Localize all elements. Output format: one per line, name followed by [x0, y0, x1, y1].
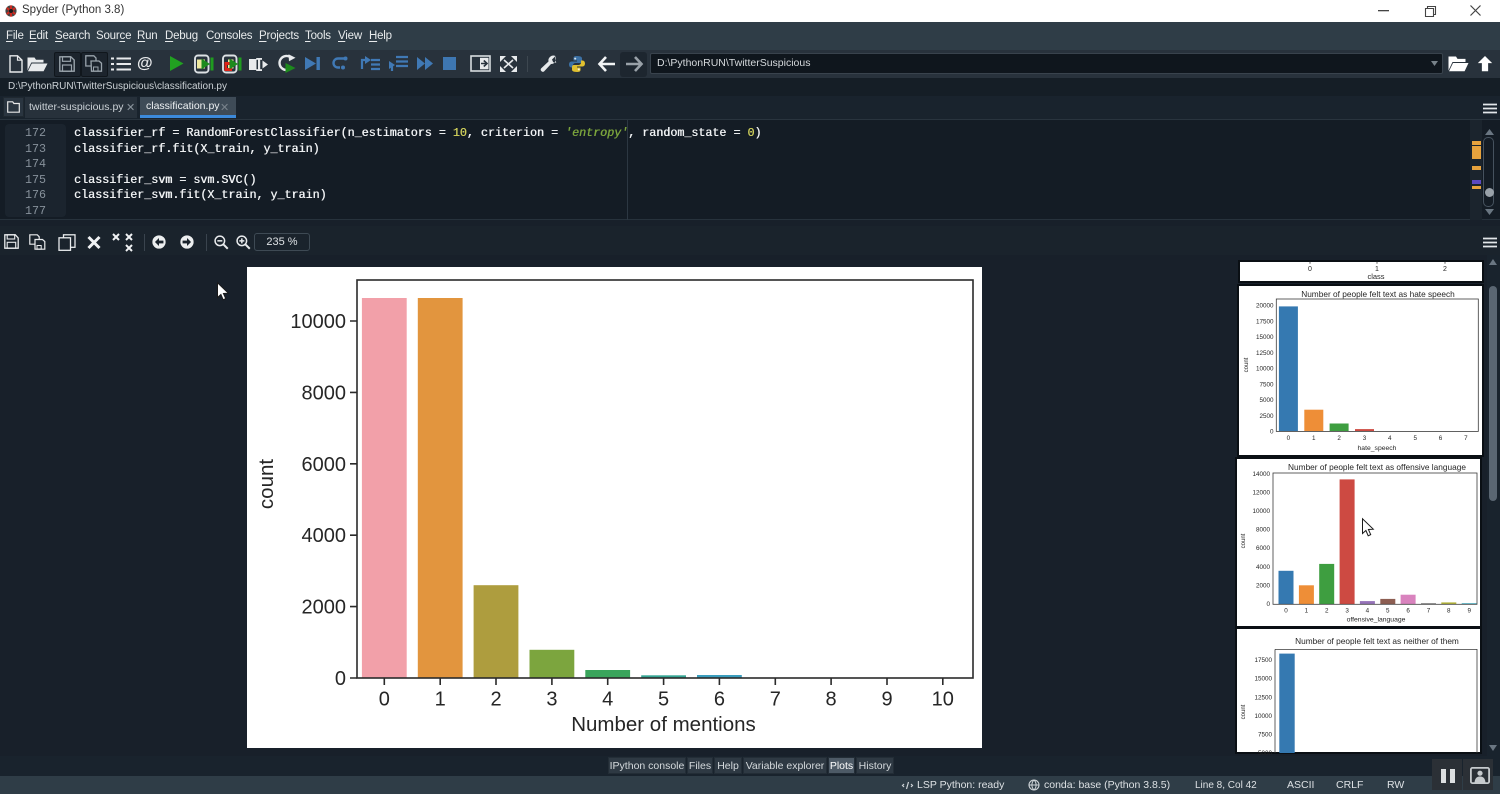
- svg-text:5: 5: [1386, 608, 1390, 615]
- svg-text:Number of people felt text as: Number of people felt text as neither of…: [1295, 636, 1459, 646]
- svg-text:9: 9: [881, 689, 892, 711]
- svg-text:12000: 12000: [1252, 490, 1270, 497]
- svg-text:4: 4: [1388, 435, 1392, 442]
- svg-text:Number of people felt text as: Number of people felt text as hate speec…: [1301, 289, 1455, 299]
- svg-text:7500: 7500: [1259, 381, 1274, 388]
- svg-text:8: 8: [826, 689, 837, 711]
- svg-text:4000: 4000: [1256, 564, 1271, 571]
- svg-text:17500: 17500: [1254, 657, 1272, 664]
- svg-text:8000: 8000: [302, 382, 347, 404]
- svg-text:5: 5: [658, 689, 669, 711]
- svg-text:5: 5: [1413, 435, 1417, 442]
- svg-text:0: 0: [335, 668, 346, 690]
- svg-text:8000: 8000: [1256, 527, 1271, 534]
- svg-text:count: count: [1241, 533, 1247, 548]
- svg-text:15000: 15000: [1256, 334, 1274, 341]
- svg-text:count: count: [1244, 357, 1250, 372]
- svg-text:20000: 20000: [1256, 303, 1274, 310]
- svg-text:0: 0: [1287, 435, 1291, 442]
- svg-text:14000: 14000: [1252, 471, 1270, 478]
- svg-text:offensive_language: offensive_language: [1347, 617, 1406, 624]
- svg-text:Number of mentions: Number of mentions: [571, 713, 756, 736]
- svg-text:15000: 15000: [1254, 676, 1272, 683]
- svg-text:count: count: [255, 459, 278, 509]
- svg-text:1: 1: [435, 689, 446, 711]
- svg-text:7: 7: [770, 689, 781, 711]
- svg-text:2: 2: [1325, 608, 1329, 615]
- svg-text:0: 0: [1270, 429, 1274, 436]
- svg-text:12500: 12500: [1254, 694, 1272, 701]
- svg-text:1: 1: [1312, 435, 1316, 442]
- svg-text:0: 0: [379, 689, 390, 711]
- svg-text:2500: 2500: [1259, 413, 1274, 420]
- svg-text:0: 0: [1284, 608, 1288, 615]
- svg-text:7: 7: [1427, 608, 1431, 615]
- svg-text:count: count: [1241, 704, 1247, 719]
- svg-text:12500: 12500: [1256, 350, 1274, 357]
- svg-text:2: 2: [1337, 435, 1341, 442]
- svg-text:17500: 17500: [1256, 318, 1274, 325]
- svg-text:1: 1: [1305, 608, 1309, 615]
- svg-text:7500: 7500: [1258, 732, 1273, 739]
- svg-text:6000: 6000: [1256, 545, 1271, 552]
- svg-text:6: 6: [714, 689, 725, 711]
- svg-text:2: 2: [490, 689, 501, 711]
- svg-text:2000: 2000: [1256, 582, 1271, 589]
- svg-text:6: 6: [1406, 608, 1410, 615]
- svg-text:10000: 10000: [1252, 508, 1270, 515]
- svg-text:10000: 10000: [1254, 713, 1272, 720]
- svg-text:5000: 5000: [1259, 397, 1274, 404]
- svg-text:Number of people felt text as: Number of people felt text as offensive …: [1288, 462, 1466, 472]
- svg-text:8: 8: [1447, 608, 1451, 615]
- svg-text:0: 0: [1266, 601, 1270, 608]
- svg-text:4: 4: [1366, 608, 1370, 615]
- svg-text:7: 7: [1464, 435, 1468, 442]
- svg-text:3: 3: [1345, 608, 1349, 615]
- svg-text:2: 2: [1443, 266, 1447, 273]
- svg-text:6000: 6000: [302, 454, 347, 476]
- svg-text:9: 9: [1467, 608, 1471, 615]
- svg-text:4000: 4000: [302, 525, 347, 547]
- svg-text:3: 3: [546, 689, 557, 711]
- svg-text:10000: 10000: [1256, 366, 1274, 373]
- svg-text:4: 4: [602, 689, 613, 711]
- svg-text:3: 3: [1363, 435, 1367, 442]
- svg-text:hate_speech: hate_speech: [1358, 445, 1397, 452]
- svg-text:class: class: [1367, 272, 1384, 281]
- svg-text:2000: 2000: [302, 597, 347, 619]
- svg-text:0: 0: [1308, 266, 1312, 273]
- svg-text:10: 10: [932, 689, 954, 711]
- svg-text:6: 6: [1439, 435, 1443, 442]
- svg-text:10000: 10000: [290, 311, 346, 333]
